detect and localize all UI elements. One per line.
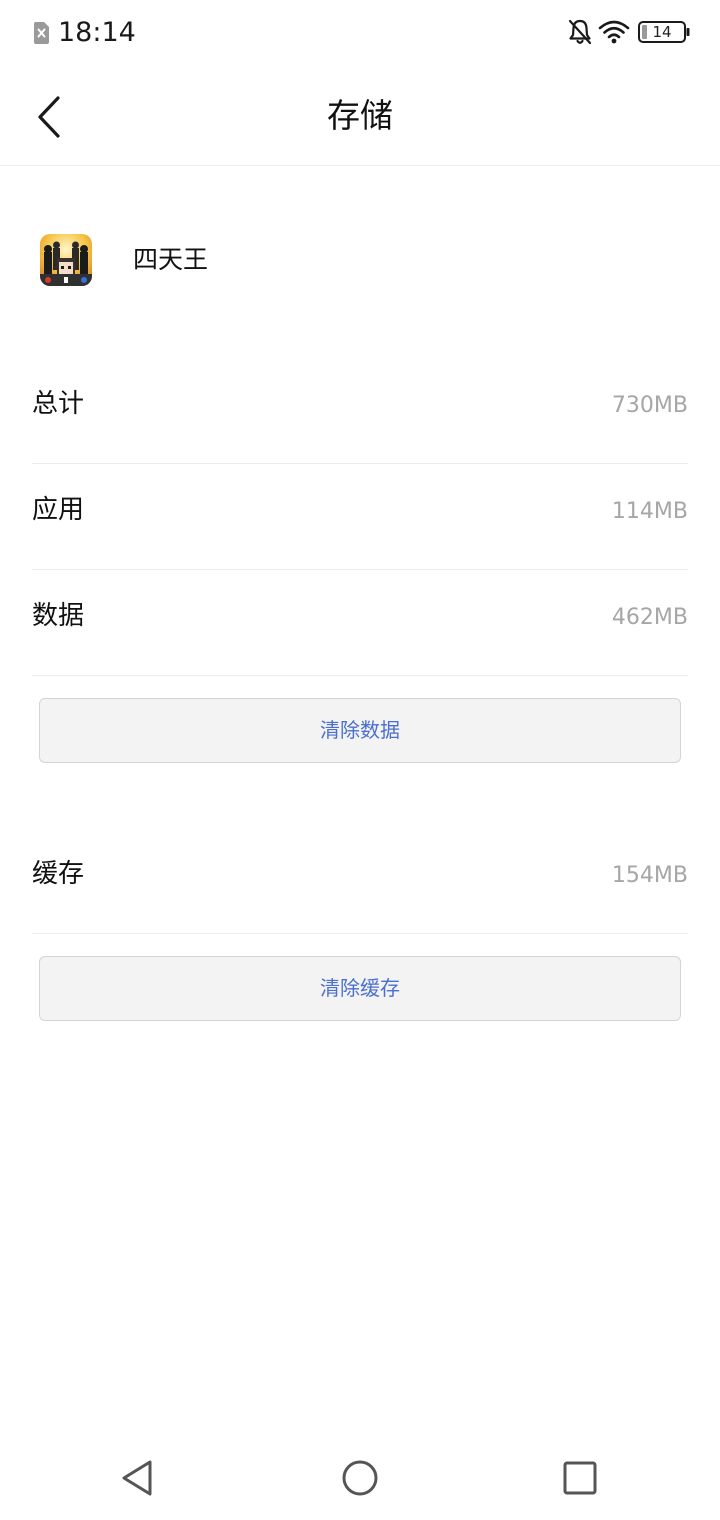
total-value: 730MB — [611, 393, 688, 418]
cache-row: 缓存 154MB — [32, 828, 688, 934]
sim-missing-icon — [34, 22, 49, 44]
cache-value: 154MB — [611, 863, 688, 888]
app-header: 四天王 — [0, 222, 720, 298]
wifi-icon — [598, 20, 630, 44]
cache-label: 缓存 — [32, 859, 85, 889]
status-time: 18:14 — [58, 17, 136, 48]
data-value: 462MB — [611, 605, 688, 630]
status-bar: 18:14 14 — [0, 0, 720, 66]
nav-recents-icon[interactable] — [562, 1460, 598, 1496]
clear-cache-button[interactable]: 清除缓存 — [39, 956, 681, 1021]
app-name: 四天王 — [133, 245, 209, 274]
app-icon — [40, 234, 92, 286]
clear-data-button[interactable]: 清除数据 — [39, 698, 681, 763]
bell-off-icon — [568, 19, 592, 45]
data-row: 数据 462MB — [32, 570, 688, 676]
total-row: 总计 730MB — [32, 358, 688, 464]
total-label: 总计 — [32, 389, 85, 419]
nav-back-icon[interactable] — [118, 1458, 158, 1498]
app-size-row: 应用 114MB — [32, 464, 688, 570]
nav-home-icon[interactable] — [340, 1458, 380, 1498]
app-size-value: 114MB — [611, 499, 688, 524]
navigation-bar — [0, 1436, 720, 1520]
app-size-label: 应用 — [32, 495, 85, 525]
battery-level-text: 14 — [652, 23, 672, 41]
data-label: 数据 — [32, 601, 85, 631]
page-title: 存储 — [327, 96, 393, 135]
app-bar: 存储 — [0, 66, 720, 166]
